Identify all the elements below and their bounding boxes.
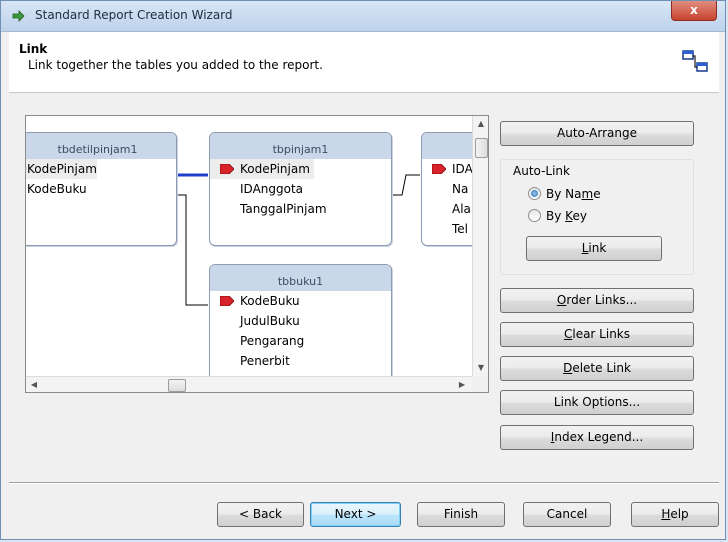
field-label: KodeBuku (240, 294, 300, 308)
field-tel[interactable]: Tel (422, 219, 472, 239)
auto-link-label: Auto-Link (511, 164, 572, 178)
link-line-idanggota[interactable] (392, 174, 420, 196)
order-links-button[interactable]: Order Links... (500, 288, 694, 313)
field-penerbit[interactable]: Penerbit (210, 351, 391, 371)
field-pengarang[interactable]: Pengarang (210, 331, 391, 351)
link-options-button[interactable]: Link Options... (500, 390, 694, 415)
title-bar: Standard Report Creation Wizard x (1, 1, 725, 32)
table-tbbuku1[interactable]: tbbuku1 KodeBuku JudulBuku Pengarang Pen… (209, 264, 392, 376)
field-judulbuku[interactable]: JudulBuku (210, 311, 391, 331)
field-idanggota[interactable]: IDAnggota (210, 179, 391, 199)
table-tbdetilpinjam1[interactable]: tbdetilpinjam1 KodePinjam KodeBuku (26, 132, 177, 246)
field-na[interactable]: Na (422, 179, 472, 199)
help-button[interactable]: Help (631, 502, 719, 527)
field-tanggalpinjam[interactable]: TanggalPinjam (210, 199, 391, 219)
cancel-button[interactable]: Cancel (523, 502, 611, 527)
scroll-down-icon[interactable]: ▼ (473, 360, 488, 376)
next-button[interactable]: Next > (310, 502, 401, 527)
auto-arrange-button[interactable]: Auto-Arrange (500, 121, 694, 146)
radio-unchecked-icon (528, 209, 541, 222)
footer-separator (9, 482, 719, 484)
table-tbanggota[interactable]: IDA Na Ala Tel (421, 132, 472, 246)
horizontal-scroll-thumb[interactable] (168, 379, 186, 392)
wizard-arrow-icon (12, 10, 25, 22)
field-ala[interactable]: Ala (422, 199, 472, 219)
key-marker-icon (432, 164, 446, 174)
radio-checked-icon (528, 187, 541, 200)
index-legend-button[interactable]: Index Legend... (500, 425, 694, 450)
auto-arrange-label: Auto-Arrange (557, 126, 637, 140)
field-label: KodePinjam (240, 162, 310, 176)
vertical-scroll-thumb[interactable] (475, 138, 488, 158)
table-title: tbpinjam1 (210, 133, 391, 159)
window-title: Standard Report Creation Wizard (35, 8, 233, 22)
field-label: IDA (452, 162, 472, 176)
vertical-scrollbar[interactable]: ▲ ▼ (472, 116, 488, 376)
table-title: tbdetilpinjam1 (26, 133, 176, 159)
scroll-right-icon[interactable]: ▶ (454, 377, 470, 392)
horizontal-scrollbar[interactable]: ◀ ▶ (26, 376, 472, 392)
scroll-up-icon[interactable]: ▲ (473, 116, 488, 132)
link-diagram[interactable]: tbdetilpinjam1 KodePinjam KodeBuku tbpin… (26, 116, 472, 376)
page-title: Link (19, 42, 48, 56)
link-button[interactable]: Link (526, 236, 662, 261)
by-key-radio[interactable]: By Key (528, 208, 587, 224)
scroll-left-icon[interactable]: ◀ (26, 377, 42, 392)
close-icon: x (690, 3, 698, 17)
clear-links-button[interactable]: Clear Links (500, 322, 694, 347)
key-marker-icon (220, 296, 234, 306)
link-diagram-canvas[interactable]: tbdetilpinjam1 KodePinjam KodeBuku tbpin… (25, 115, 489, 393)
finish-button[interactable]: Finish (417, 502, 505, 527)
wizard-header: Link Link together the tables you added … (9, 32, 719, 93)
table-tbpinjam1[interactable]: tbpinjam1 KodePinjam IDAnggota TanggalPi… (209, 132, 392, 246)
field-kodepinjam[interactable]: KodePinjam (210, 159, 314, 179)
delete-link-button[interactable]: Delete Link (500, 356, 694, 381)
link-line-kodebuku[interactable] (176, 194, 208, 306)
field-kodebuku[interactable]: KodeBuku (26, 179, 176, 199)
link-tables-icon (682, 50, 708, 72)
field-ida[interactable]: IDA (422, 159, 472, 179)
back-button[interactable]: < Back (217, 502, 304, 527)
key-marker-icon (220, 164, 234, 174)
table-title: tbbuku1 (210, 265, 391, 291)
close-button[interactable]: x (671, 1, 717, 21)
field-kodebuku[interactable]: KodeBuku (210, 291, 391, 311)
wizard-window: Standard Report Creation Wizard x Link L… (0, 0, 726, 540)
scroll-corner (472, 376, 488, 392)
by-name-radio[interactable]: By Name (528, 186, 601, 202)
table-title (422, 133, 472, 159)
page-subtitle: Link together the tables you added to th… (28, 58, 323, 72)
field-kodepinjam[interactable]: KodePinjam (26, 159, 97, 179)
